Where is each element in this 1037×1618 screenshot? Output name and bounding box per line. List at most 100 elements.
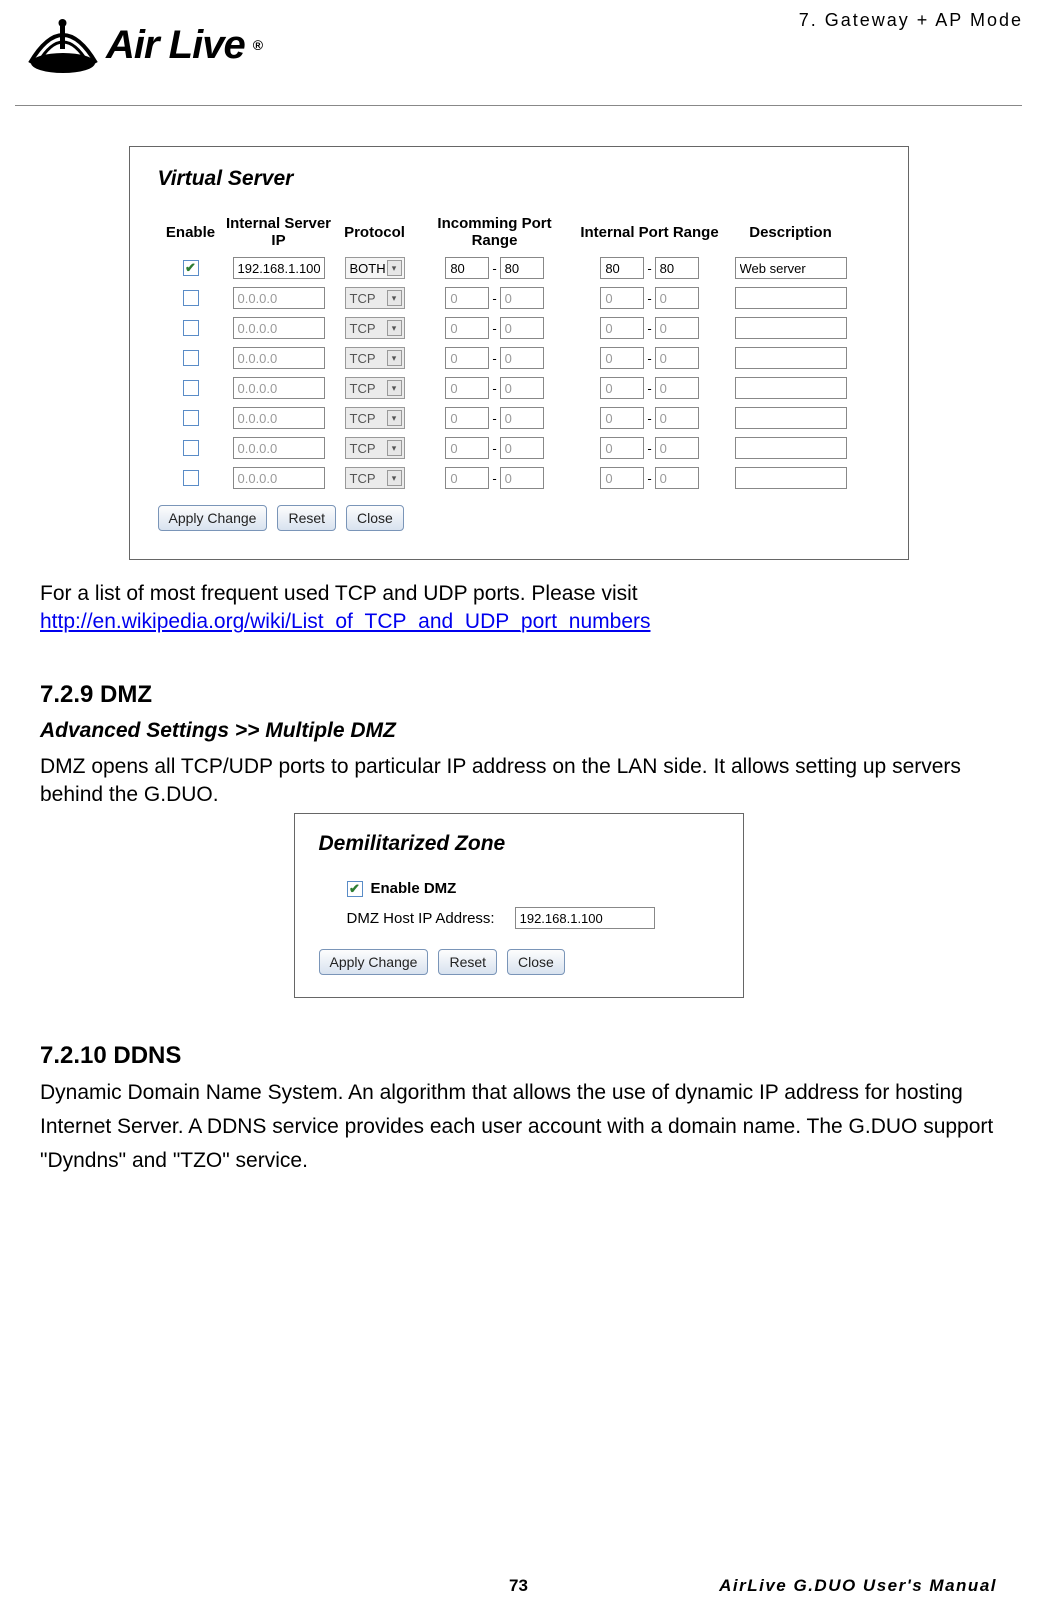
protocol-select[interactable]: TCP▾ xyxy=(345,377,405,399)
chevron-down-icon: ▾ xyxy=(387,350,402,366)
ddns-body: Dynamic Domain Name System. An algorithm… xyxy=(40,1076,997,1177)
dmz-close-button[interactable]: Close xyxy=(507,949,565,975)
description-input[interactable] xyxy=(735,437,847,459)
page-number: 73 xyxy=(509,1576,528,1596)
virtual-server-panel: Virtual Server Enable Internal Server IP… xyxy=(129,146,909,560)
incoming-port-to-input[interactable] xyxy=(500,407,544,429)
incoming-port-from-input[interactable] xyxy=(445,287,489,309)
header-incoming-port: Incomming Port Range xyxy=(416,215,574,249)
internal-port-to-input[interactable] xyxy=(655,287,699,309)
internal-port-from-input[interactable] xyxy=(600,257,644,279)
internal-port-from-input[interactable] xyxy=(600,347,644,369)
description-input[interactable] xyxy=(735,317,847,339)
internal-ip-input[interactable] xyxy=(233,467,325,489)
internal-port-to-input[interactable] xyxy=(655,347,699,369)
logo-registered-icon: ® xyxy=(253,37,263,53)
internal-port-from-input[interactable] xyxy=(600,467,644,489)
incoming-port-to-input[interactable] xyxy=(500,467,544,489)
description-input[interactable] xyxy=(735,287,847,309)
virtual-server-row: TCP▾-- xyxy=(158,317,880,339)
header-protocol: Protocol xyxy=(334,224,416,241)
dash-separator: - xyxy=(492,411,496,426)
enable-checkbox[interactable] xyxy=(183,350,199,366)
logo-text: Air Live xyxy=(106,23,245,68)
wikipedia-ports-link[interactable]: http://en.wikipedia.org/wiki/List_of_TCP… xyxy=(40,610,651,633)
chevron-down-icon: ▾ xyxy=(387,410,402,426)
incoming-port-from-input[interactable] xyxy=(445,317,489,339)
description-input[interactable] xyxy=(735,347,847,369)
internal-port-to-input[interactable] xyxy=(655,467,699,489)
header-enable: Enable xyxy=(158,224,224,241)
incoming-port-from-input[interactable] xyxy=(445,437,489,459)
ddns-heading: 7.2.10 DDNS xyxy=(40,1042,997,1070)
dmz-heading: 7.2.9 DMZ xyxy=(40,681,997,709)
dmz-ip-input[interactable] xyxy=(515,907,655,929)
internal-port-to-input[interactable] xyxy=(655,377,699,399)
protocol-select[interactable]: TCP▾ xyxy=(345,437,405,459)
enable-dmz-checkbox[interactable]: ✔ xyxy=(347,881,363,897)
internal-ip-input[interactable] xyxy=(233,257,325,279)
internal-port-from-input[interactable] xyxy=(600,437,644,459)
protocol-select[interactable]: TCP▾ xyxy=(345,467,405,489)
incoming-port-from-input[interactable] xyxy=(445,347,489,369)
dmz-ip-label: DMZ Host IP Address: xyxy=(347,910,495,927)
incoming-port-from-input[interactable] xyxy=(445,377,489,399)
internal-port-from-input[interactable] xyxy=(600,317,644,339)
internal-ip-input[interactable] xyxy=(233,377,325,399)
internal-port-from-input[interactable] xyxy=(600,287,644,309)
enable-checkbox[interactable] xyxy=(183,440,199,456)
incoming-port-to-input[interactable] xyxy=(500,257,544,279)
internal-port-to-input[interactable] xyxy=(655,317,699,339)
enable-checkbox[interactable] xyxy=(183,470,199,486)
enable-checkbox[interactable] xyxy=(183,380,199,396)
dash-separator: - xyxy=(647,411,651,426)
chevron-down-icon: ▾ xyxy=(387,470,402,486)
chevron-down-icon: ▾ xyxy=(387,260,402,276)
dash-separator: - xyxy=(492,291,496,306)
internal-port-from-input[interactable] xyxy=(600,407,644,429)
protocol-select[interactable]: TCP▾ xyxy=(345,347,405,369)
incoming-port-from-input[interactable] xyxy=(445,257,489,279)
internal-port-to-input[interactable] xyxy=(655,437,699,459)
internal-ip-input[interactable] xyxy=(233,287,325,309)
enable-checkbox[interactable] xyxy=(183,320,199,336)
incoming-port-to-input[interactable] xyxy=(500,377,544,399)
enable-checkbox[interactable] xyxy=(183,290,199,306)
internal-ip-input[interactable] xyxy=(233,317,325,339)
protocol-select[interactable]: TCP▾ xyxy=(345,317,405,339)
dash-separator: - xyxy=(647,321,651,336)
incoming-port-to-input[interactable] xyxy=(500,287,544,309)
internal-ip-input[interactable] xyxy=(233,437,325,459)
incoming-port-to-input[interactable] xyxy=(500,437,544,459)
virtual-server-row: TCP▾-- xyxy=(158,467,880,489)
description-input[interactable] xyxy=(735,467,847,489)
protocol-select[interactable]: TCP▾ xyxy=(345,287,405,309)
chevron-down-icon: ▾ xyxy=(387,320,402,336)
internal-port-from-input[interactable] xyxy=(600,377,644,399)
description-input[interactable] xyxy=(735,407,847,429)
dash-separator: - xyxy=(492,471,496,486)
virtual-server-row: TCP▾-- xyxy=(158,287,880,309)
dash-separator: - xyxy=(492,441,496,456)
enable-checkbox[interactable]: ✔ xyxy=(183,260,199,276)
incoming-port-to-input[interactable] xyxy=(500,317,544,339)
close-button[interactable]: Close xyxy=(346,505,404,531)
protocol-select[interactable]: BOTH▾ xyxy=(345,257,405,279)
apply-change-button[interactable]: Apply Change xyxy=(158,505,268,531)
dmz-apply-button[interactable]: Apply Change xyxy=(319,949,429,975)
description-input[interactable] xyxy=(735,257,847,279)
description-input[interactable] xyxy=(735,377,847,399)
incoming-port-from-input[interactable] xyxy=(445,407,489,429)
enable-checkbox[interactable] xyxy=(183,410,199,426)
incoming-port-from-input[interactable] xyxy=(445,467,489,489)
internal-ip-input[interactable] xyxy=(233,407,325,429)
internal-port-to-input[interactable] xyxy=(655,407,699,429)
reset-button[interactable]: Reset xyxy=(277,505,336,531)
incoming-port-to-input[interactable] xyxy=(500,347,544,369)
internal-ip-input[interactable] xyxy=(233,347,325,369)
footer-manual-title: AirLive G.DUO User's Manual xyxy=(719,1576,997,1596)
protocol-select[interactable]: TCP▾ xyxy=(345,407,405,429)
virtual-server-row: TCP▾-- xyxy=(158,347,880,369)
internal-port-to-input[interactable] xyxy=(655,257,699,279)
dmz-reset-button[interactable]: Reset xyxy=(438,949,497,975)
